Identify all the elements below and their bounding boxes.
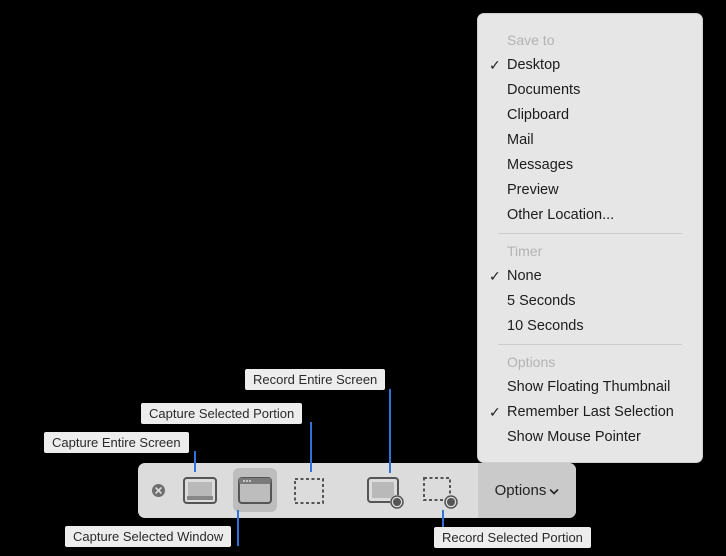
timer-section: Timer ✓ None 5 Seconds 10 Seconds: [478, 239, 702, 339]
menu-item-preview[interactable]: Preview: [478, 178, 702, 203]
menu-item-label: Show Mouse Pointer: [507, 429, 641, 445]
capture-selected-portion-button[interactable]: [287, 468, 331, 512]
menu-item-show-floating-thumbnail[interactable]: Show Floating Thumbnail: [478, 375, 702, 400]
checkmark-icon: ✓: [489, 57, 501, 73]
entire-screen-icon: [183, 477, 217, 504]
menu-item-label: Remember Last Selection: [507, 404, 674, 420]
menu-item-desktop[interactable]: ✓ Desktop: [478, 53, 702, 78]
options-menu: Save to ✓ Desktop Documents Clipboard Mai…: [477, 13, 703, 463]
menu-item-other-location[interactable]: Other Location...: [478, 203, 702, 228]
menu-item-label: Documents: [507, 82, 581, 98]
timer-header: Timer: [507, 243, 543, 259]
menu-item-label: Desktop: [507, 57, 561, 73]
close-icon: [152, 484, 165, 497]
checkmark-icon: ✓: [489, 268, 501, 284]
window-icon: [238, 477, 272, 504]
capture-entire-screen-button[interactable]: [178, 468, 222, 512]
save-to-section: Save to ✓ Desktop Documents Clipboard Mai…: [478, 28, 702, 228]
callout-record-entire-screen: Record Entire Screen: [245, 369, 386, 390]
options-section: Options Show Floating Thumbnail ✓ Remembe…: [478, 350, 702, 450]
screenshot-toolbar: Options: [138, 463, 576, 518]
close-button[interactable]: [151, 483, 166, 498]
menu-separator: [498, 344, 682, 345]
selection-icon: [294, 478, 324, 504]
menu-item-show-mouse-pointer[interactable]: Show Mouse Pointer: [478, 425, 702, 450]
record-selected-portion-button[interactable]: [418, 468, 462, 512]
menu-item-timer-5-seconds[interactable]: 5 Seconds: [478, 289, 702, 314]
menu-item-remember-last-selection[interactable]: ✓ Remember Last Selection: [478, 400, 702, 425]
options-button-label: Options: [494, 482, 547, 499]
options-button[interactable]: Options: [478, 463, 576, 518]
callout-leader: [237, 510, 239, 546]
callout-leader: [310, 422, 312, 472]
callout-leader: [389, 389, 391, 473]
menu-item-label: Messages: [507, 157, 574, 173]
callout-capture-selected-window: Capture Selected Window: [65, 526, 232, 547]
menu-item-timer-none[interactable]: ✓ None: [478, 264, 702, 289]
checkmark-icon: ✓: [489, 404, 501, 420]
menu-separator: [498, 233, 682, 234]
menu-item-label: Mail: [507, 132, 534, 148]
menu-item-label: Other Location...: [507, 207, 615, 223]
chevron-down-icon: [550, 488, 559, 495]
record-entire-screen-button[interactable]: [364, 468, 408, 512]
menu-item-messages[interactable]: Messages: [478, 153, 702, 178]
menu-item-label: 10 Seconds: [507, 318, 584, 334]
record-selection-icon: [423, 477, 458, 509]
menu-item-label: Clipboard: [507, 107, 570, 123]
save-to-header: Save to: [507, 32, 555, 48]
callout-leader: [194, 451, 196, 472]
menu-item-timer-10-seconds[interactable]: 10 Seconds: [478, 314, 702, 339]
menu-item-documents[interactable]: Documents: [478, 78, 702, 103]
menu-item-label: 5 Seconds: [507, 293, 576, 309]
menu-item-label: Show Floating Thumbnail: [507, 379, 671, 395]
menu-item-label: None: [507, 268, 542, 284]
callout-capture-entire-screen: Capture Entire Screen: [44, 432, 189, 453]
record-screen-icon: [367, 477, 404, 509]
callout-capture-selected-portion: Capture Selected Portion: [141, 403, 303, 424]
menu-item-label: Preview: [507, 182, 559, 198]
callout-record-selected-portion: Record Selected Portion: [434, 527, 591, 548]
capture-selected-window-button[interactable]: [233, 468, 277, 512]
options-header: Options: [507, 354, 556, 370]
menu-item-mail[interactable]: Mail: [478, 128, 702, 153]
menu-item-clipboard[interactable]: Clipboard: [478, 103, 702, 128]
